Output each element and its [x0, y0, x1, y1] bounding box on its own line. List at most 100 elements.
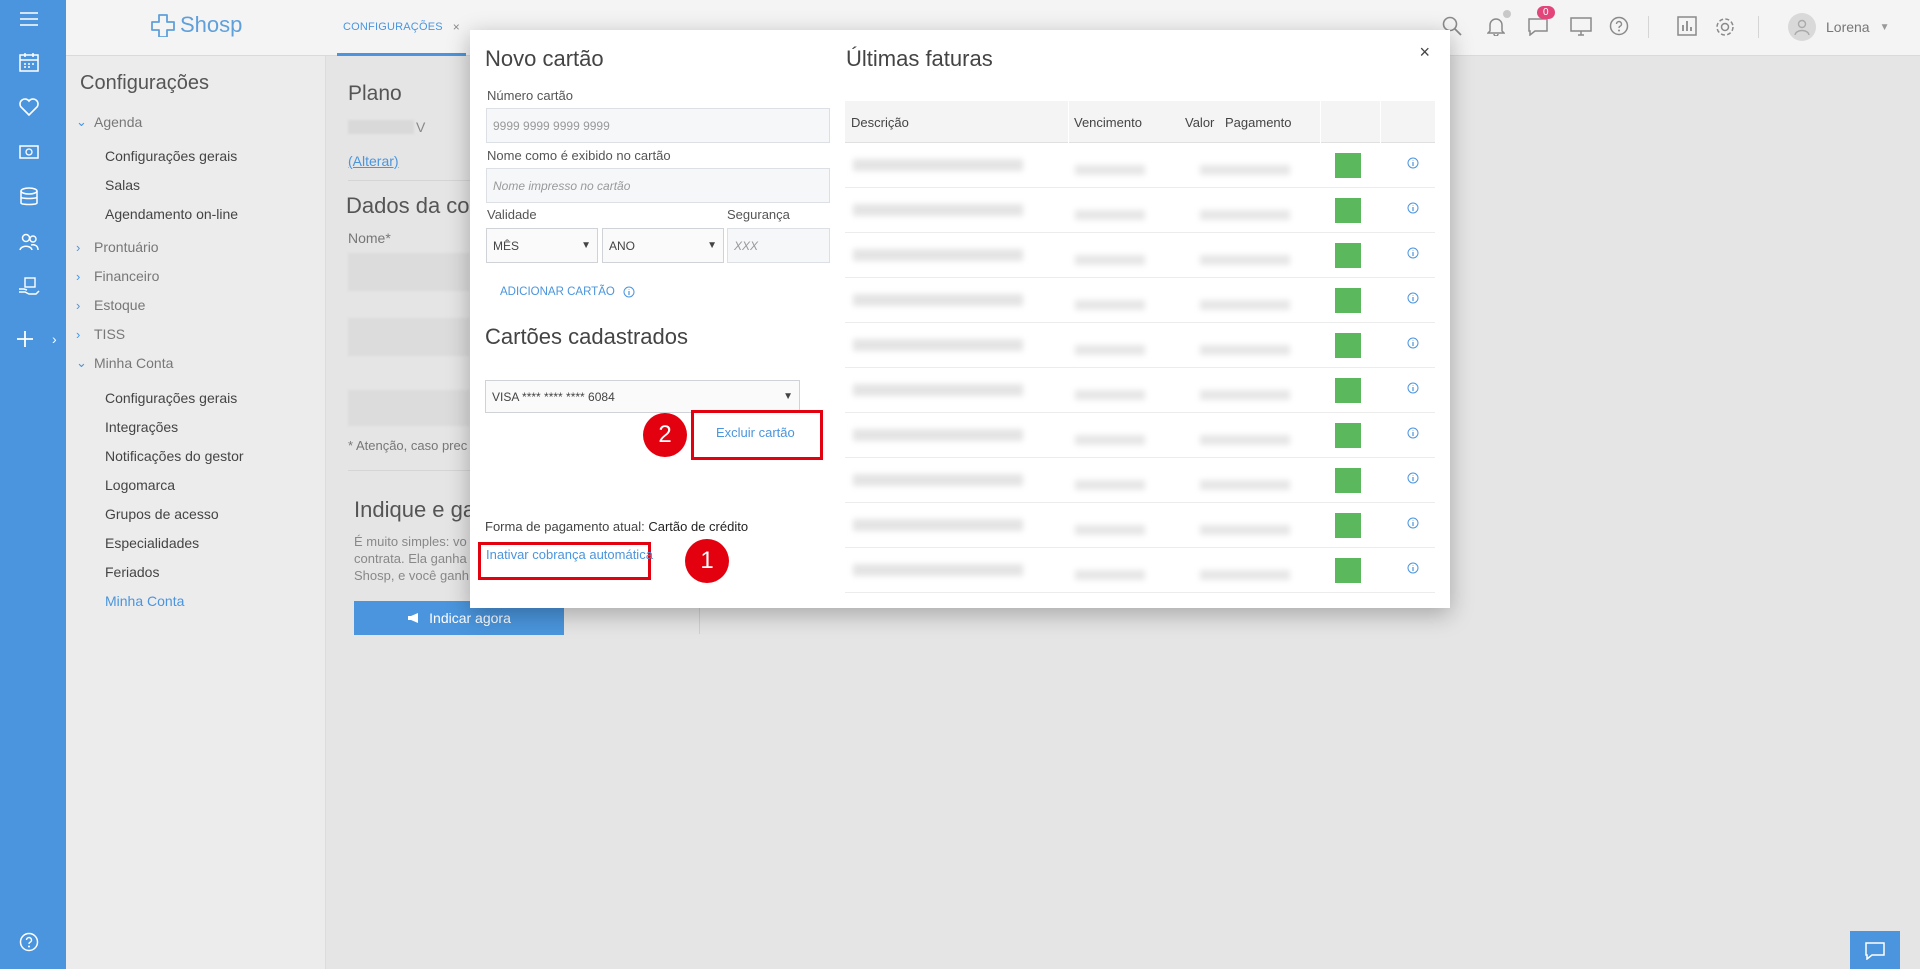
field[interactable] — [348, 318, 470, 356]
text-line: Shosp, e você ganh — [354, 568, 469, 583]
sidebar-item-logomarca[interactable]: Logomarca — [105, 477, 175, 493]
user-menu[interactable]: Lorena ▼ — [1788, 13, 1890, 41]
status-indicator — [1335, 243, 1361, 268]
info-icon[interactable] — [1407, 292, 1419, 304]
dados-title: Dados da co — [346, 193, 470, 218]
table-row — [845, 548, 1435, 593]
sidebar-item-feriados[interactable]: Feriados — [105, 564, 159, 580]
ano-select[interactable]: ANO ▼ — [602, 228, 724, 263]
info-icon[interactable] — [1407, 157, 1419, 169]
group-label: TISS — [94, 326, 126, 342]
sidebar-group-tiss[interactable]: › TISS — [76, 326, 125, 342]
chevron-right-icon[interactable]: › — [52, 331, 57, 347]
close-icon[interactable]: × — [1419, 42, 1430, 63]
status-indicator — [1335, 333, 1361, 358]
info-icon[interactable] — [1407, 562, 1419, 574]
cartao-select[interactable]: VISA **** **** **** 6084 ▼ — [485, 380, 800, 413]
chat-badge: 0 — [1537, 6, 1555, 19]
info-icon[interactable] — [1407, 337, 1419, 349]
descricao-cell — [853, 429, 1023, 441]
atencao-note: * Atenção, caso prec — [348, 438, 468, 453]
sidebar-group-agenda[interactable]: ⌄ Agenda — [76, 114, 142, 130]
info-icon[interactable] — [1407, 202, 1419, 214]
field[interactable] — [348, 390, 470, 426]
heart-icon[interactable] — [0, 90, 58, 124]
sidebar-group-minha-conta[interactable]: ⌄ Minha Conta — [76, 355, 173, 371]
chevron-down-icon: ⌄ — [76, 114, 87, 129]
chevron-down-icon: ▼ — [707, 240, 717, 251]
sidebar-item-grupos-acesso[interactable]: Grupos de acesso — [105, 506, 219, 522]
monitor-icon[interactable] — [1570, 16, 1592, 36]
numero-label: Número cartão — [487, 88, 573, 103]
avatar — [1788, 13, 1816, 41]
nome-label: Nome* — [348, 230, 391, 246]
add-icon[interactable] — [0, 322, 54, 356]
col-descricao: Descrição — [851, 115, 909, 130]
indique-title: Indique e ga — [354, 497, 476, 522]
excluir-cartao-link[interactable]: Excluir cartão — [716, 425, 795, 440]
sidebar-item-salas[interactable]: Salas — [105, 177, 140, 193]
nome-cartao-input[interactable]: Nome impresso no cartão — [486, 168, 830, 203]
descricao-cell — [853, 294, 1023, 306]
info-icon[interactable] — [1407, 247, 1419, 259]
sidebar-group-prontuario[interactable]: › Prontuário — [76, 239, 159, 255]
chevron-down-icon: ▼ — [1879, 21, 1890, 33]
sidebar-item-especialidades[interactable]: Especialidades — [105, 535, 199, 551]
chevron-right-icon: › — [76, 239, 81, 255]
text-line: É muito simples: vo — [354, 534, 467, 549]
inativar-cobranca-link[interactable]: Inativar cobrança automática — [486, 547, 653, 562]
vencimento-cell — [1075, 390, 1145, 400]
sidebar-item-integracoes[interactable]: Integrações — [105, 419, 178, 435]
divider — [348, 470, 470, 471]
vencimento-cell — [1075, 165, 1145, 175]
question-icon[interactable] — [1609, 16, 1629, 36]
nome-field[interactable] — [348, 253, 470, 291]
descricao-cell — [853, 249, 1023, 261]
sidebar-group-estoque[interactable]: › Estoque — [76, 297, 145, 313]
money-icon[interactable] — [0, 135, 58, 169]
sidebar-item-notificacoes[interactable]: Notificações do gestor — [105, 448, 244, 464]
cartao-value: VISA **** **** **** 6084 — [492, 389, 615, 404]
numero-cartao-input[interactable]: 9999 9999 9999 9999 — [486, 108, 830, 143]
help-icon[interactable] — [0, 925, 58, 959]
adicionar-cartao-button[interactable]: ADICIONAR CARTÃO — [500, 286, 635, 298]
chat-button[interactable] — [1850, 931, 1900, 969]
info-icon[interactable] — [1407, 517, 1419, 529]
vencimento-cell — [1075, 480, 1145, 490]
table-row — [845, 458, 1435, 503]
sidebar-item-agendamento-online[interactable]: Agendamento on-line — [105, 206, 238, 222]
database-icon[interactable] — [0, 180, 58, 214]
status-indicator — [1335, 423, 1361, 448]
chevron-down-icon: ▼ — [783, 391, 793, 402]
chat-icon[interactable] — [1527, 16, 1549, 36]
alterar-link[interactable]: (Alterar) — [348, 153, 399, 169]
info-icon[interactable] — [1407, 382, 1419, 394]
brand-logo[interactable]: Shosp — [150, 12, 242, 38]
menu-icon[interactable] — [0, 2, 58, 36]
valor-cell — [1200, 390, 1290, 400]
sidebar-group-financeiro[interactable]: › Financeiro — [76, 268, 159, 284]
plano-suffix: V — [416, 119, 426, 135]
info-icon[interactable] — [1407, 427, 1419, 439]
tab-configuracoes[interactable]: CONFIGURAÇÕES × — [337, 0, 466, 56]
table-row — [845, 278, 1435, 323]
info-icon[interactable] — [1407, 472, 1419, 484]
report-icon[interactable] — [1677, 16, 1697, 36]
hand-service-icon[interactable] — [0, 270, 58, 304]
sidebar-item-configuracoes-gerais[interactable]: Configurações gerais — [105, 148, 237, 164]
sidebar-item-configuracoes-gerais-conta[interactable]: Configurações gerais — [105, 390, 237, 406]
table-header: Descrição Vencimento Valor Pagamento — [845, 101, 1435, 143]
bell-icon[interactable] — [1487, 16, 1505, 36]
valor-cell — [1200, 300, 1290, 310]
gear-icon[interactable] — [1714, 16, 1736, 38]
vencimento-cell — [1075, 570, 1145, 580]
sidebar-item-minha-conta[interactable]: Minha Conta — [105, 593, 184, 609]
tab-close-icon[interactable]: × — [453, 20, 460, 34]
text-line: contrata. Ela ganha — [354, 551, 467, 566]
calendar-icon[interactable] — [0, 45, 58, 79]
mes-select[interactable]: MÊS ▼ — [486, 228, 598, 263]
people-icon[interactable] — [0, 225, 58, 259]
valor-cell — [1200, 435, 1290, 445]
valor-cell — [1200, 525, 1290, 535]
seguranca-input[interactable]: XXX — [727, 228, 830, 263]
